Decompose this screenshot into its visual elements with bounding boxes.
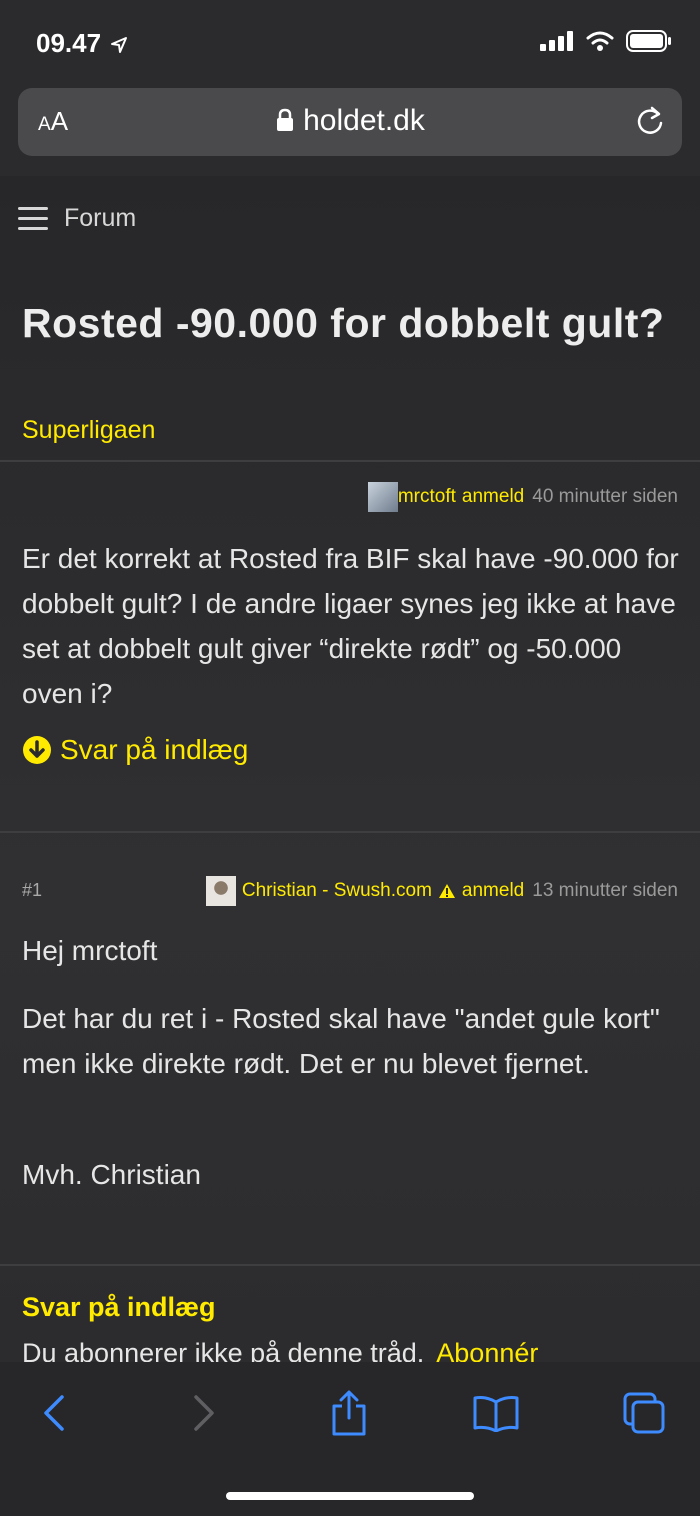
warning-icon (438, 884, 455, 898)
home-indicator[interactable] (226, 1492, 474, 1500)
tabs-button[interactable] (614, 1390, 674, 1436)
reply-link-label: Svar på indlæg (60, 734, 249, 765)
tabs-icon (623, 1392, 665, 1434)
bookmarks-icon (473, 1396, 519, 1432)
post-meta: Christian - Swush.com anmeld 13 minutter… (205, 876, 678, 906)
reply-link[interactable]: Svar på indlæg (22, 734, 248, 766)
subscription-status: Du abonnerer ikke på denne tråd. Abonnér (22, 1338, 538, 1362)
reply-heading: Svar på indlæg (22, 1292, 216, 1322)
post-body: Er det korrekt at Rosted fra BIF skal ha… (22, 543, 679, 709)
wifi-icon (586, 31, 614, 51)
lock-icon (277, 108, 294, 131)
divider (0, 1264, 700, 1266)
reload-button[interactable] (634, 104, 666, 143)
share-icon (332, 1390, 366, 1436)
status-bar: 09.47 (0, 0, 700, 84)
arrow-down-circle-icon (23, 736, 51, 764)
location-arrow-icon (111, 37, 128, 54)
report-link[interactable]: anmeld (462, 486, 524, 508)
avatar (367, 482, 398, 512)
post-paragraph: Hej mrctoft (22, 935, 158, 966)
forum-label[interactable]: Forum (64, 204, 136, 233)
back-button[interactable] (24, 1390, 84, 1436)
author-link[interactable]: Christian - Swush.com (242, 880, 432, 902)
url-text: holdet.dk (303, 104, 425, 137)
report-link[interactable]: anmeld (462, 880, 524, 902)
address-bar[interactable]: AA holdet.dk (18, 88, 682, 156)
forward-icon (194, 1395, 214, 1431)
thread-title: Rosted -90.000 for dobbelt gult? (22, 300, 665, 346)
back-icon (44, 1395, 64, 1431)
share-button[interactable] (319, 1390, 379, 1436)
post-number: #1 (22, 880, 43, 900)
avatar (205, 876, 236, 906)
post-time: 13 minutter siden (532, 880, 678, 901)
divider (0, 460, 700, 462)
status-time: 09.47 (36, 28, 128, 59)
post-paragraph: Det har du ret i - Rosted skal have "and… (22, 1003, 660, 1079)
bookmarks-button[interactable] (466, 1390, 526, 1436)
signal-icon (540, 31, 573, 51)
forward-button[interactable] (174, 1390, 234, 1436)
url-display[interactable]: holdet.dk (18, 104, 682, 138)
post-paragraph: Mvh. Christian (22, 1159, 201, 1190)
hamburger-menu-icon[interactable] (18, 200, 48, 237)
thread-category-link[interactable]: Superligaen (22, 416, 155, 445)
page-content[interactable]: Forum Rosted -90.000 for dobbelt gult? S… (0, 176, 700, 1362)
battery-icon (626, 30, 671, 52)
post-time: 40 minutter siden (532, 486, 678, 507)
subscribe-link[interactable]: Abonnér (436, 1338, 538, 1362)
status-icons (540, 30, 672, 52)
forum-nav[interactable]: Forum (18, 198, 136, 238)
divider (0, 831, 700, 833)
reload-icon (637, 106, 663, 134)
post-meta: mrctoft anmeld 40 minutter siden (367, 482, 678, 512)
subscription-text: Du abonnerer ikke på denne tråd. (22, 1338, 425, 1362)
author-link[interactable]: mrctoft (398, 486, 456, 508)
